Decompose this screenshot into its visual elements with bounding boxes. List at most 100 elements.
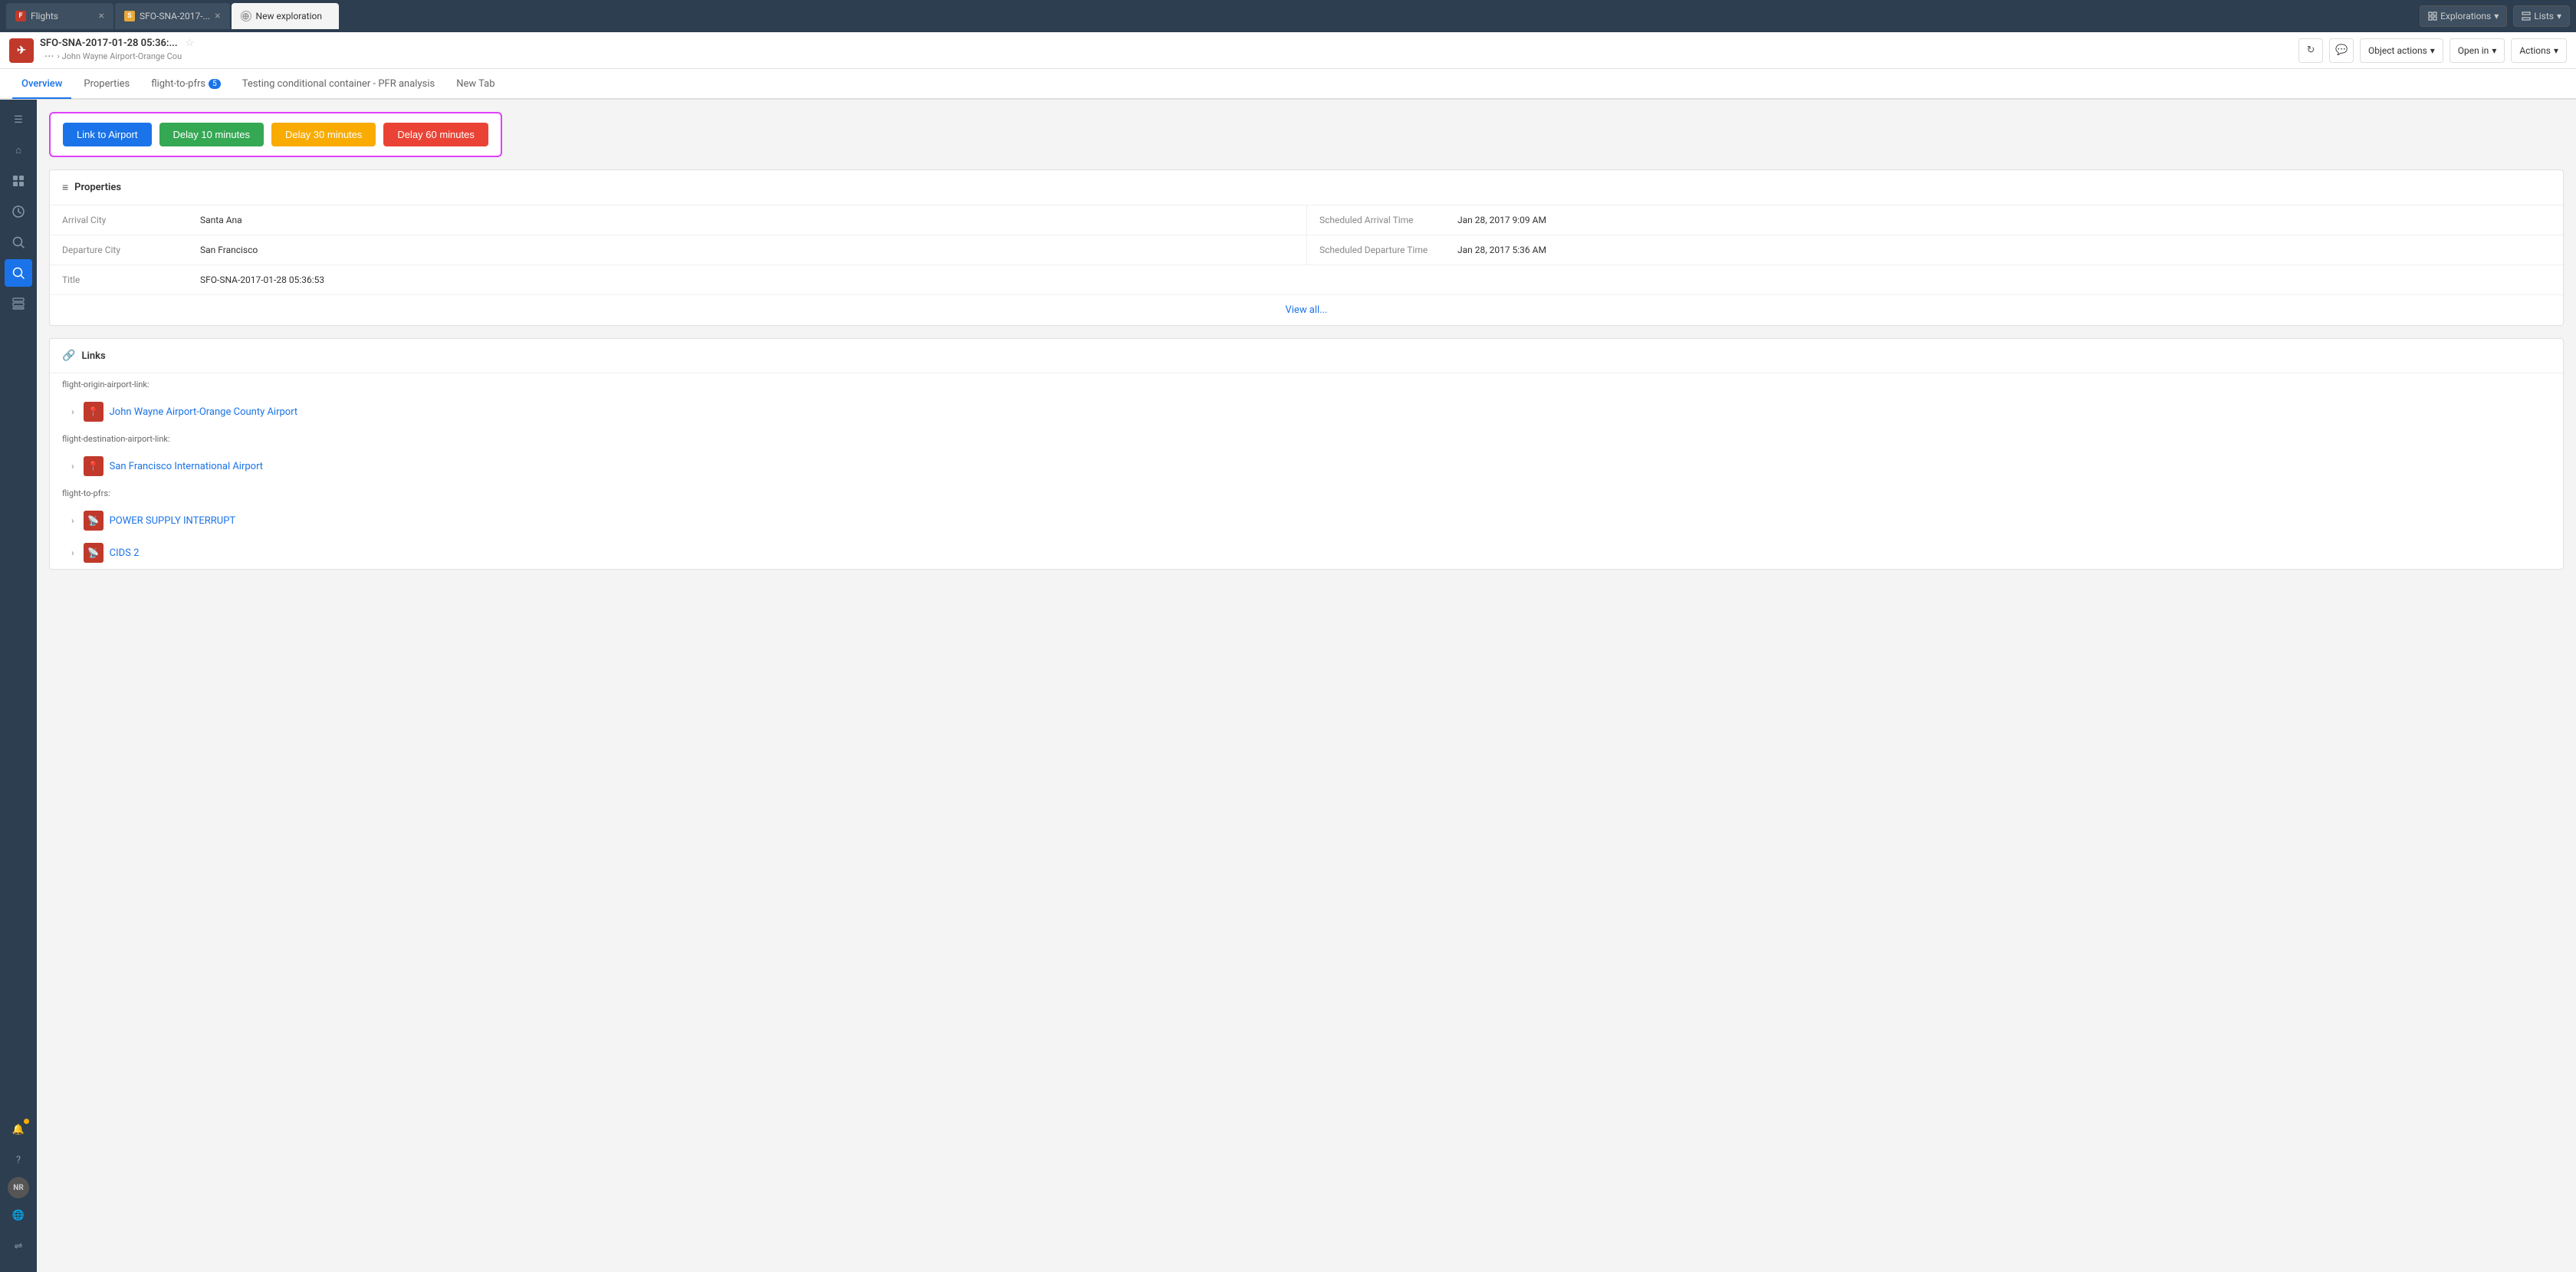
tab-overview[interactable]: Overview <box>12 70 71 99</box>
chevron-right-icon: › <box>71 461 74 472</box>
breadcrumb: › John Wayne Airport-Orange Cou <box>58 51 182 61</box>
more-icon[interactable]: ··· <box>44 49 54 64</box>
new-exploration-tab-icon: ⊕ <box>241 11 251 21</box>
signal-icon-power: 📡 <box>84 511 104 531</box>
john-wayne-link[interactable]: John Wayne Airport-Orange County Airport <box>110 406 298 418</box>
scheduled-departure-value: Jan 28, 2017 5:36 AM <box>1445 235 2563 265</box>
refresh-button[interactable]: ↻ <box>2298 38 2323 63</box>
new-exploration-tab-label: New exploration <box>256 11 322 21</box>
prop-right-scheduled-departure: Scheduled Departure Time Jan 28, 2017 5:… <box>1306 235 2563 265</box>
view-all-button[interactable]: View all... <box>50 294 2563 325</box>
chevron-right-icon: › <box>71 406 74 417</box>
open-in-button[interactable]: Open in ▾ <box>2450 38 2505 63</box>
flights-tab-icon: F <box>15 11 26 21</box>
properties-card-header: ≡ Properties <box>50 170 2563 205</box>
sidebar-item-search-active[interactable] <box>5 259 32 287</box>
explorations-button[interactable]: Explorations ▾ <box>2420 5 2507 27</box>
links-card-header: 🔗 Links <box>50 339 2563 373</box>
scheduled-arrival-label: Scheduled Arrival Time <box>1307 205 1445 235</box>
flights-tab-label: Flights <box>31 11 58 21</box>
header-actions: ↻ 💬 Object actions ▾ Open in ▾ Actions ▾ <box>2298 38 2567 63</box>
flight-origin-label: flight-origin-airport-link: <box>50 373 2563 396</box>
object-actions-label: Object actions <box>2368 45 2427 56</box>
object-actions-button[interactable]: Object actions ▾ <box>2360 38 2443 63</box>
sidebar-item-history[interactable] <box>5 198 32 225</box>
sidebar-item-globe[interactable]: 🌐 <box>5 1201 32 1229</box>
object-actions-chevron-icon: ▾ <box>2430 45 2435 56</box>
links-card-title: Links <box>81 350 105 362</box>
tab-testing[interactable]: Testing conditional container - PFR anal… <box>233 70 444 99</box>
sfo-link[interactable]: San Francisco International Airport <box>110 461 263 472</box>
link-to-airport-button[interactable]: Link to Airport <box>63 123 152 146</box>
explorations-chevron-icon: ▾ <box>2494 11 2499 21</box>
tab-new-tab[interactable]: New Tab <box>447 70 504 99</box>
actions-label: Actions <box>2519 45 2551 56</box>
tab-flight-to-pfrs-label: flight-to-pfrs <box>151 78 205 90</box>
sidebar-item-menu[interactable]: ☰ <box>5 106 32 133</box>
cids2-link[interactable]: CIDS 2 <box>110 547 140 559</box>
sfo-sna-tab-close[interactable]: × <box>215 11 220 21</box>
content-area: Link to Airport Delay 10 minutes Delay 3… <box>37 100 2576 1272</box>
sidebar-avatar[interactable]: NR <box>8 1177 29 1198</box>
open-in-chevron-icon: ▾ <box>2492 45 2496 56</box>
table-row: Title SFO-SNA-2017-01-28 05:36:53 <box>50 265 2563 294</box>
object-type-icon: ✈ <box>9 38 34 63</box>
delay-10-button[interactable]: Delay 10 minutes <box>159 123 264 146</box>
object-title-block: SFO-SNA-2017-01-28 05:36:... ☆ ··· › Joh… <box>40 38 194 64</box>
sidebar-item-data[interactable] <box>5 290 32 317</box>
main-layout: ☰ ⌂ 🔔 ? NR 🌐 ⇌ <box>0 100 2576 1272</box>
signal-icon-cids: 📡 <box>84 543 104 563</box>
links-icon: 🔗 <box>62 350 75 362</box>
sidebar-item-home[interactable]: ⌂ <box>5 136 32 164</box>
lists-button-label: Lists <box>2534 11 2554 21</box>
actions-chevron-icon: ▾ <box>2554 45 2558 56</box>
list-item[interactable]: › 📡 POWER SUPPLY INTERRUPT <box>50 505 2563 537</box>
delay-60-button[interactable]: Delay 60 minutes <box>383 123 488 146</box>
chevron-right-icon: › <box>71 547 74 558</box>
properties-card-title: Properties <box>74 182 121 193</box>
prop-left-arrival: Arrival City Santa Ana <box>50 205 1306 235</box>
flights-tab-close[interactable]: × <box>99 11 104 21</box>
lists-icon <box>2522 12 2531 21</box>
inner-tab-bar: Overview Properties flight-to-pfrs 5 Tes… <box>0 69 2576 100</box>
tab-sfo-sna[interactable]: S SFO-SNA-2017-... × <box>115 3 230 29</box>
prop-left-title: Title SFO-SNA-2017-01-28 05:36:53 <box>50 265 2563 294</box>
tab-bar-right: Explorations ▾ Lists ▾ <box>2420 5 2570 27</box>
open-in-label: Open in <box>2458 45 2489 56</box>
table-row: Arrival City Santa Ana Scheduled Arrival… <box>50 205 2563 235</box>
lists-chevron-icon: ▾ <box>2557 11 2561 21</box>
list-item[interactable]: › 📍 John Wayne Airport-Orange County Air… <box>50 396 2563 428</box>
lists-button[interactable]: Lists ▾ <box>2513 5 2570 27</box>
star-icon[interactable]: ☆ <box>186 38 195 49</box>
reports-icon <box>12 174 25 188</box>
tab-properties[interactable]: Properties <box>74 70 139 99</box>
table-row: Departure City San Francisco Scheduled D… <box>50 235 2563 265</box>
scheduled-departure-label: Scheduled Departure Time <box>1307 235 1445 265</box>
tab-properties-label: Properties <box>84 78 130 90</box>
sidebar-item-help[interactable]: ? <box>5 1146 32 1174</box>
actions-button[interactable]: Actions ▾ <box>2511 38 2567 63</box>
sidebar-bottom: 🔔 ? NR 🌐 ⇌ <box>5 1116 32 1266</box>
delay-30-button[interactable]: Delay 30 minutes <box>271 123 376 146</box>
sidebar-item-notifications[interactable]: 🔔 <box>5 1116 32 1143</box>
tab-flights[interactable]: F Flights × <box>6 3 113 29</box>
airport-icon: 📍 <box>84 402 104 422</box>
list-item[interactable]: › 📍 San Francisco International Airport <box>50 450 2563 482</box>
links-card: 🔗 Links flight-origin-airport-link: › 📍 … <box>49 338 2564 570</box>
explorations-button-label: Explorations <box>2440 11 2491 21</box>
power-supply-link[interactable]: POWER SUPPLY INTERRUPT <box>110 515 236 527</box>
sidebar-item-reports[interactable] <box>5 167 32 195</box>
object-header: ✈ SFO-SNA-2017-01-28 05:36:... ☆ ··· › J… <box>0 32 2576 69</box>
chevron-right-icon: › <box>71 515 74 526</box>
sidebar-item-shuffle[interactable]: ⇌ <box>5 1232 32 1260</box>
sfo-sna-tab-label: SFO-SNA-2017-... <box>140 11 210 21</box>
tab-new-exploration[interactable]: ⊕ New exploration <box>232 3 339 29</box>
sidebar: ☰ ⌂ 🔔 ? NR 🌐 ⇌ <box>0 100 37 1272</box>
tab-new-tab-label: New Tab <box>456 78 495 90</box>
sfo-sna-tab-icon: S <box>124 11 135 21</box>
comment-button[interactable]: 💬 <box>2329 38 2354 63</box>
tab-flight-to-pfrs[interactable]: flight-to-pfrs 5 <box>142 70 230 99</box>
arrival-city-value: Santa Ana <box>188 205 1306 235</box>
sidebar-item-search[interactable] <box>5 228 32 256</box>
list-item[interactable]: › 📡 CIDS 2 <box>50 537 2563 569</box>
